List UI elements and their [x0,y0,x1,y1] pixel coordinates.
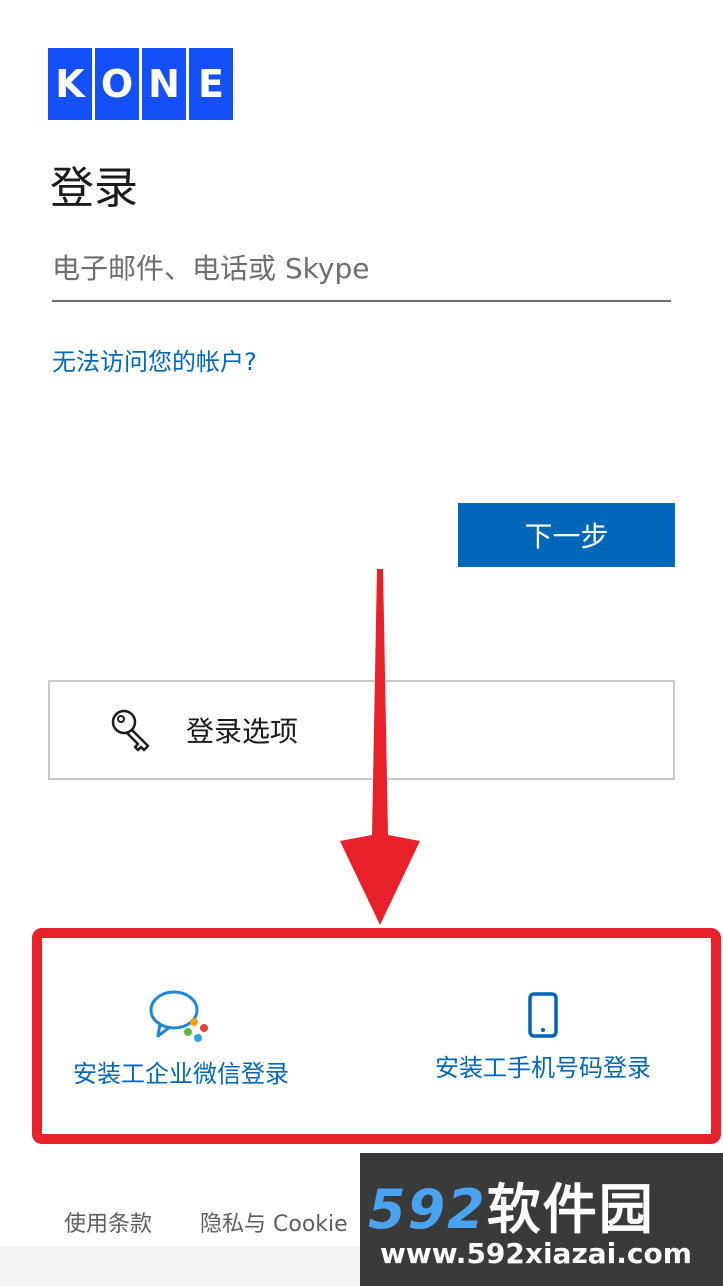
site-watermark: 592软件园 www.592xiazai.com [360,1153,723,1286]
wechat-work-login-label: 安装工企业微信登录 [73,1060,289,1088]
phone-login-label: 安装工手机号码登录 [435,1054,651,1082]
terms-of-use-link[interactable]: 使用条款 [64,1206,152,1238]
wechat-work-icon [149,990,208,1042]
page-title: 登录 [50,163,138,214]
signin-options-label: 登录选项 [186,715,299,748]
logo-letter: E [189,48,233,120]
logo-letter: K [48,48,92,120]
annotation-arrow-icon [340,569,420,925]
wechat-work-login-option[interactable]: 安装工企业微信登录 [66,988,296,1089]
next-button[interactable]: 下一步 [458,503,675,567]
watermark-brand-number: 592 [368,1178,487,1241]
mobile-phone-icon [528,992,558,1038]
email-field[interactable] [52,244,671,302]
watermark-brand: 592软件园 [368,1165,655,1244]
key-icon [111,709,150,752]
watermark-url: www.592xiazai.com [380,1237,692,1270]
kone-logo: K O N E [48,48,233,120]
watermark-brand-cn: 软件园 [486,1178,655,1241]
privacy-cookie-link[interactable]: 隐私与 Cookie [200,1206,348,1238]
cant-access-account-link[interactable]: 无法访问您的帐户? [52,342,257,377]
logo-letter: N [142,48,186,120]
logo-letter: O [95,48,139,120]
phone-login-option[interactable]: 安装工手机号码登录 [428,992,658,1083]
